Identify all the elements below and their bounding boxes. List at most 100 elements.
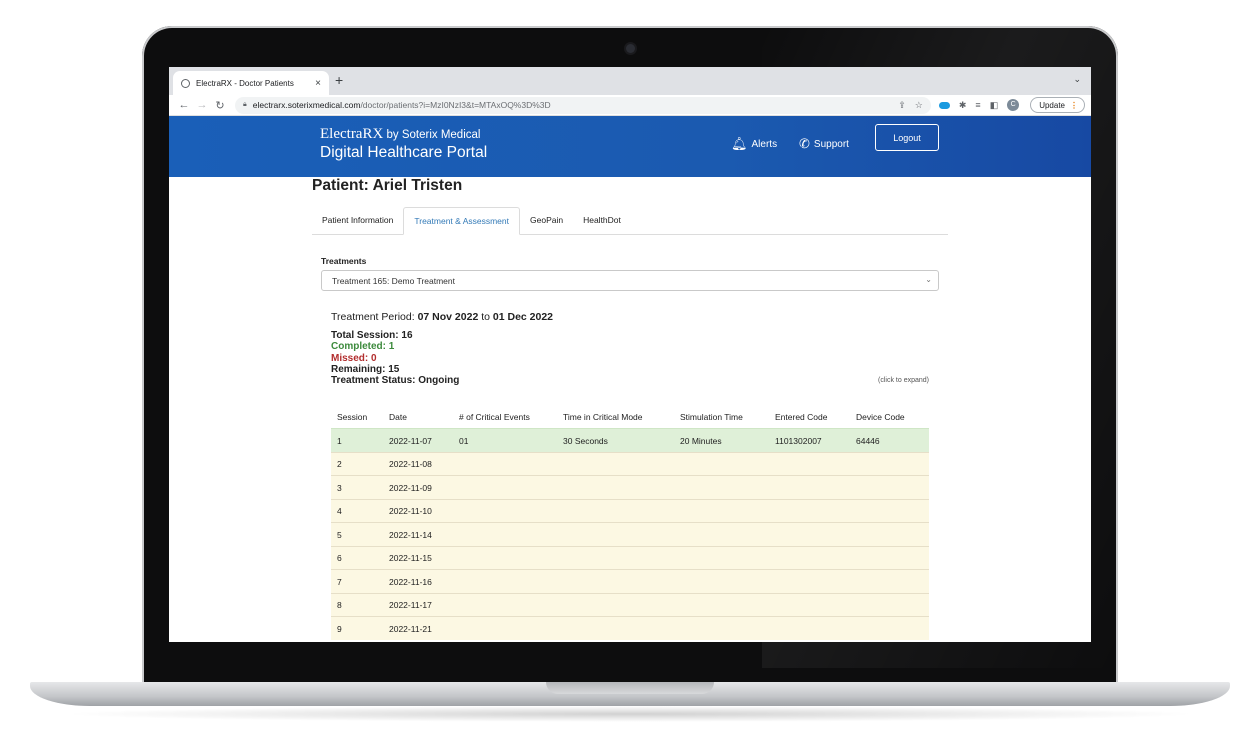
session-cell: 5 bbox=[331, 522, 383, 547]
entered-code-cell bbox=[769, 475, 850, 500]
alerts-label: Alerts bbox=[751, 138, 778, 150]
critical-time-cell bbox=[557, 592, 674, 617]
critical-events-cell bbox=[453, 569, 557, 594]
reading-list-icon[interactable]: ≡ bbox=[975, 100, 980, 110]
reload-icon[interactable]: ↻ bbox=[211, 99, 229, 112]
update-button[interactable]: Update ⋮ bbox=[1030, 97, 1085, 113]
col-date: Date bbox=[389, 412, 407, 423]
support-link[interactable]: ✆ Support bbox=[799, 136, 849, 152]
table-row[interactable]: 9 2022-11-21 bbox=[331, 616, 929, 641]
entered-code-cell bbox=[769, 616, 850, 641]
completed-count: Completed: 1 bbox=[331, 341, 395, 353]
salesforce-extension-icon[interactable] bbox=[938, 101, 950, 109]
critical-time-cell: 30 Seconds bbox=[557, 428, 674, 453]
update-label: Update bbox=[1039, 100, 1065, 110]
device-code-cell bbox=[850, 498, 929, 523]
side-panel-icon[interactable]: ◧ bbox=[990, 100, 999, 111]
back-arrow-icon[interactable]: ← bbox=[175, 99, 193, 111]
remaining-count: Remaining: 15 bbox=[331, 363, 400, 375]
tab-patient-information[interactable]: Patient Information bbox=[312, 215, 403, 234]
phone-icon: ✆ bbox=[799, 136, 810, 151]
table-row[interactable]: 6 2022-11-15 bbox=[331, 545, 929, 570]
device-code-cell bbox=[850, 475, 929, 500]
chevron-down-icon: ⌄ bbox=[925, 275, 932, 284]
puzzle-extension-icon[interactable]: ✱ bbox=[959, 100, 967, 111]
profile-avatar[interactable]: C bbox=[1007, 99, 1020, 111]
share-icon[interactable]: ⇪ bbox=[898, 100, 906, 111]
bookmark-star-icon[interactable]: ☆ bbox=[915, 100, 923, 111]
session-cell: 8 bbox=[331, 592, 383, 617]
tab-treatment-assessment[interactable]: Treatment & Assessment bbox=[403, 207, 520, 235]
tab-geopain[interactable]: GeoPain bbox=[520, 215, 573, 234]
bell-icon: 🔔︎ bbox=[731, 136, 748, 151]
date-cell: 2022-11-09 bbox=[383, 475, 453, 500]
device-code-cell bbox=[850, 545, 929, 570]
support-label: Support bbox=[813, 138, 849, 150]
col-entered-code: Entered Code bbox=[775, 412, 828, 423]
sessions-table-header: Session Date # of Critical Events Time i… bbox=[331, 412, 929, 429]
close-icon[interactable]: × bbox=[315, 78, 321, 89]
expand-hint[interactable]: (click to expand) bbox=[878, 375, 929, 386]
stimulation-time-cell bbox=[674, 569, 769, 594]
table-row[interactable]: 3 2022-11-09 bbox=[331, 475, 929, 500]
stimulation-time-cell bbox=[674, 498, 769, 523]
treatment-select[interactable]: Treatment 165: Demo Treatment ⌄ bbox=[321, 270, 939, 291]
treatment-period: Treatment Period: 07 Nov 2022 to 01 Dec … bbox=[331, 311, 948, 323]
total-sessions: Total Session: 16 bbox=[331, 330, 413, 341]
logout-button[interactable]: Logout bbox=[875, 124, 939, 151]
table-row[interactable]: 1 2022-11-07 01 30 Seconds 20 Minutes 1101302… bbox=[331, 428, 929, 453]
portal-name: Digital Healthcare Portal bbox=[320, 144, 488, 161]
table-row[interactable]: 4 2022-11-10 bbox=[331, 498, 929, 523]
address-bar[interactable]: 🔒︎ electrarx.soterixmedical.com/doctor/p… bbox=[235, 96, 931, 114]
device-code-cell bbox=[850, 569, 929, 594]
critical-events-cell: 01 bbox=[453, 428, 557, 453]
table-row[interactable]: 8 2022-11-17 bbox=[331, 592, 929, 617]
date-cell: 2022-11-15 bbox=[383, 545, 453, 570]
table-row[interactable]: 5 2022-11-14 bbox=[331, 522, 929, 547]
critical-time-cell bbox=[557, 498, 674, 523]
treatment-status: Treatment Status: Ongoing bbox=[331, 375, 460, 387]
entered-code-cell: 1101302007 bbox=[769, 428, 850, 453]
table-row[interactable]: 2 2022-11-08 bbox=[331, 451, 929, 476]
critical-events-cell bbox=[453, 451, 557, 476]
patient-tabs: Patient Information Treatment & Assessme… bbox=[312, 207, 948, 235]
date-cell: 2022-11-17 bbox=[383, 592, 453, 617]
sessions-table: Session Date # of Critical Events Time i… bbox=[331, 412, 929, 641]
alerts-link[interactable]: 🔔︎ Alerts bbox=[731, 136, 777, 152]
device-code-cell: 64446 bbox=[850, 428, 929, 453]
critical-time-cell bbox=[557, 569, 674, 594]
browser-tab-strip: ElectraRX - Doctor Patients × + ⌄ bbox=[169, 67, 1091, 95]
globe-icon bbox=[181, 78, 190, 88]
session-cell: 9 bbox=[331, 616, 383, 641]
critical-time-cell bbox=[557, 451, 674, 476]
forward-arrow-icon[interactable]: → bbox=[193, 99, 211, 111]
period-to: to bbox=[478, 311, 493, 323]
sessions-table-wrapper: Session Date # of Critical Events Time i… bbox=[331, 412, 929, 641]
brand-by: by Soterix Medical bbox=[383, 129, 481, 141]
table-row[interactable]: 7 2022-11-16 bbox=[331, 569, 929, 594]
entered-code-cell bbox=[769, 592, 850, 617]
stimulation-time-cell bbox=[674, 522, 769, 547]
new-tab-button[interactable]: + bbox=[335, 72, 343, 88]
period-end: 01 Dec 2022 bbox=[492, 311, 554, 323]
url-host: electrarx.soterixmedical.com bbox=[252, 100, 361, 110]
laptop-base-notch bbox=[546, 682, 714, 694]
tab-search-icon[interactable]: ⌄ bbox=[1073, 74, 1081, 85]
col-critical-events: # of Critical Events bbox=[459, 412, 530, 423]
brand[interactable]: ElectraRX by Soterix Medical Digital Hea… bbox=[320, 125, 487, 162]
col-stimulation-time: Stimulation Time bbox=[680, 412, 743, 423]
laptop-shadow bbox=[60, 706, 1200, 722]
stimulation-time-cell bbox=[674, 616, 769, 641]
date-cell: 2022-11-10 bbox=[383, 498, 453, 523]
session-cell: 4 bbox=[331, 498, 383, 523]
browser-tab[interactable]: ElectraRX - Doctor Patients × bbox=[173, 71, 329, 95]
tab-healthdot[interactable]: HealthDot bbox=[573, 215, 631, 234]
stimulation-time-cell: 20 Minutes bbox=[674, 428, 769, 453]
device-code-cell bbox=[850, 592, 929, 617]
device-code-cell bbox=[850, 451, 929, 476]
selected-treatment: Treatment 165: Demo Treatment bbox=[332, 275, 455, 286]
device-code-cell bbox=[850, 522, 929, 547]
date-cell: 2022-11-14 bbox=[383, 522, 453, 547]
device-code-cell bbox=[850, 616, 929, 641]
date-cell: 2022-11-21 bbox=[383, 616, 453, 641]
